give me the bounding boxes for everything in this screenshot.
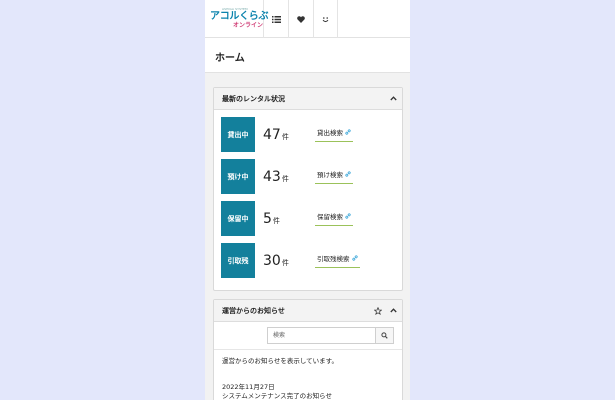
deposit-search-link[interactable]: 預け検索 [315, 169, 353, 184]
link-icon [345, 171, 351, 177]
rental-status-panel: 最新のレンタル状況 貸出中 47 件 貸出検索 預け中 43 件 預け検索 保留… [213, 87, 403, 291]
status-row-lending: 貸出中 47 件 貸出検索 [221, 117, 396, 152]
count-value: 5 [263, 210, 272, 227]
rental-panel-header: 最新のレンタル状況 [214, 88, 402, 110]
count-unit: 件 [281, 174, 289, 183]
favorites-button[interactable] [288, 0, 313, 38]
notice-body: 運営からのお知らせを表示しています。 2022年11月27日 システムメンテナン… [214, 350, 402, 400]
rental-panel-title: 最新のレンタル状況 [222, 94, 285, 103]
count-value: 43 [263, 168, 281, 185]
lending-search-link[interactable]: 貸出検索 [315, 127, 353, 142]
link-label: 保留検索 [317, 213, 343, 221]
link-label: 貸出検索 [317, 129, 343, 137]
link-icon [345, 213, 351, 219]
page-title: ホーム [205, 38, 410, 73]
smile-icon [322, 16, 329, 22]
status-badge: 保留中 [221, 201, 255, 236]
status-row-deposit: 預け中 43 件 預け検索 [221, 159, 396, 194]
logo-small-text: ASHIGA SYSTEM [222, 7, 248, 11]
link-label: 引取残検索 [317, 255, 350, 263]
search-icon [381, 332, 388, 339]
notice-date: 2022年11月27日 [222, 383, 275, 391]
status-count: 5 件 [255, 211, 315, 227]
app-frame: ASHIGA SYSTEM アコルくらぶ オンライン ホーム 最新のレンタル状況… [205, 0, 410, 400]
status-row-pickup: 引取残 30 件 引取残検索 [221, 243, 396, 278]
status-count: 47 件 [255, 127, 315, 143]
notice-panel: 運営からのお知らせ 運営からのお知らせを表示しています。 2022年11月27日… [213, 299, 403, 400]
notice-panel-title: 運営からのお知らせ [222, 306, 285, 315]
link-icon [351, 255, 358, 261]
chevron-up-icon[interactable] [387, 305, 399, 317]
count-value: 47 [263, 126, 281, 143]
heart-icon [297, 15, 305, 23]
count-value: 30 [263, 252, 281, 269]
status-count: 43 件 [255, 169, 315, 185]
status-badge: 貸出中 [221, 117, 255, 152]
chevron-up-icon[interactable] [387, 93, 399, 105]
notice-description: 運営からのお知らせを表示しています。 [222, 357, 339, 365]
top-bar: ASHIGA SYSTEM アコルくらぶ オンライン [205, 0, 410, 38]
star-icon[interactable] [372, 305, 384, 317]
notice-search-row [214, 322, 402, 350]
count-unit: 件 [272, 216, 280, 225]
account-button[interactable] [313, 0, 338, 38]
link-icon [345, 129, 351, 135]
rental-status-list: 貸出中 47 件 貸出検索 預け中 43 件 預け検索 保留中 5 件 保留検索… [214, 110, 402, 290]
logo-sub-text: オンライン [233, 22, 264, 29]
notice-search-input[interactable] [267, 327, 375, 344]
logo[interactable]: ASHIGA SYSTEM アコルくらぶ オンライン [205, 0, 269, 38]
count-unit: 件 [281, 132, 289, 141]
status-badge: 引取残 [221, 243, 255, 278]
status-badge: 預け中 [221, 159, 255, 194]
link-label: 預け検索 [317, 171, 343, 179]
notice-panel-header: 運営からのお知らせ [214, 300, 402, 322]
status-row-hold: 保留中 5 件 保留検索 [221, 201, 396, 236]
list-icon [271, 15, 281, 23]
notice-item-title[interactable]: システムメンテナンス完了のお知らせ [222, 392, 394, 400]
notice-search-button[interactable] [375, 327, 394, 344]
status-count: 30 件 [255, 253, 315, 269]
count-unit: 件 [281, 258, 289, 267]
hold-search-link[interactable]: 保留検索 [315, 211, 353, 226]
pickup-search-link[interactable]: 引取残検索 [315, 253, 360, 268]
